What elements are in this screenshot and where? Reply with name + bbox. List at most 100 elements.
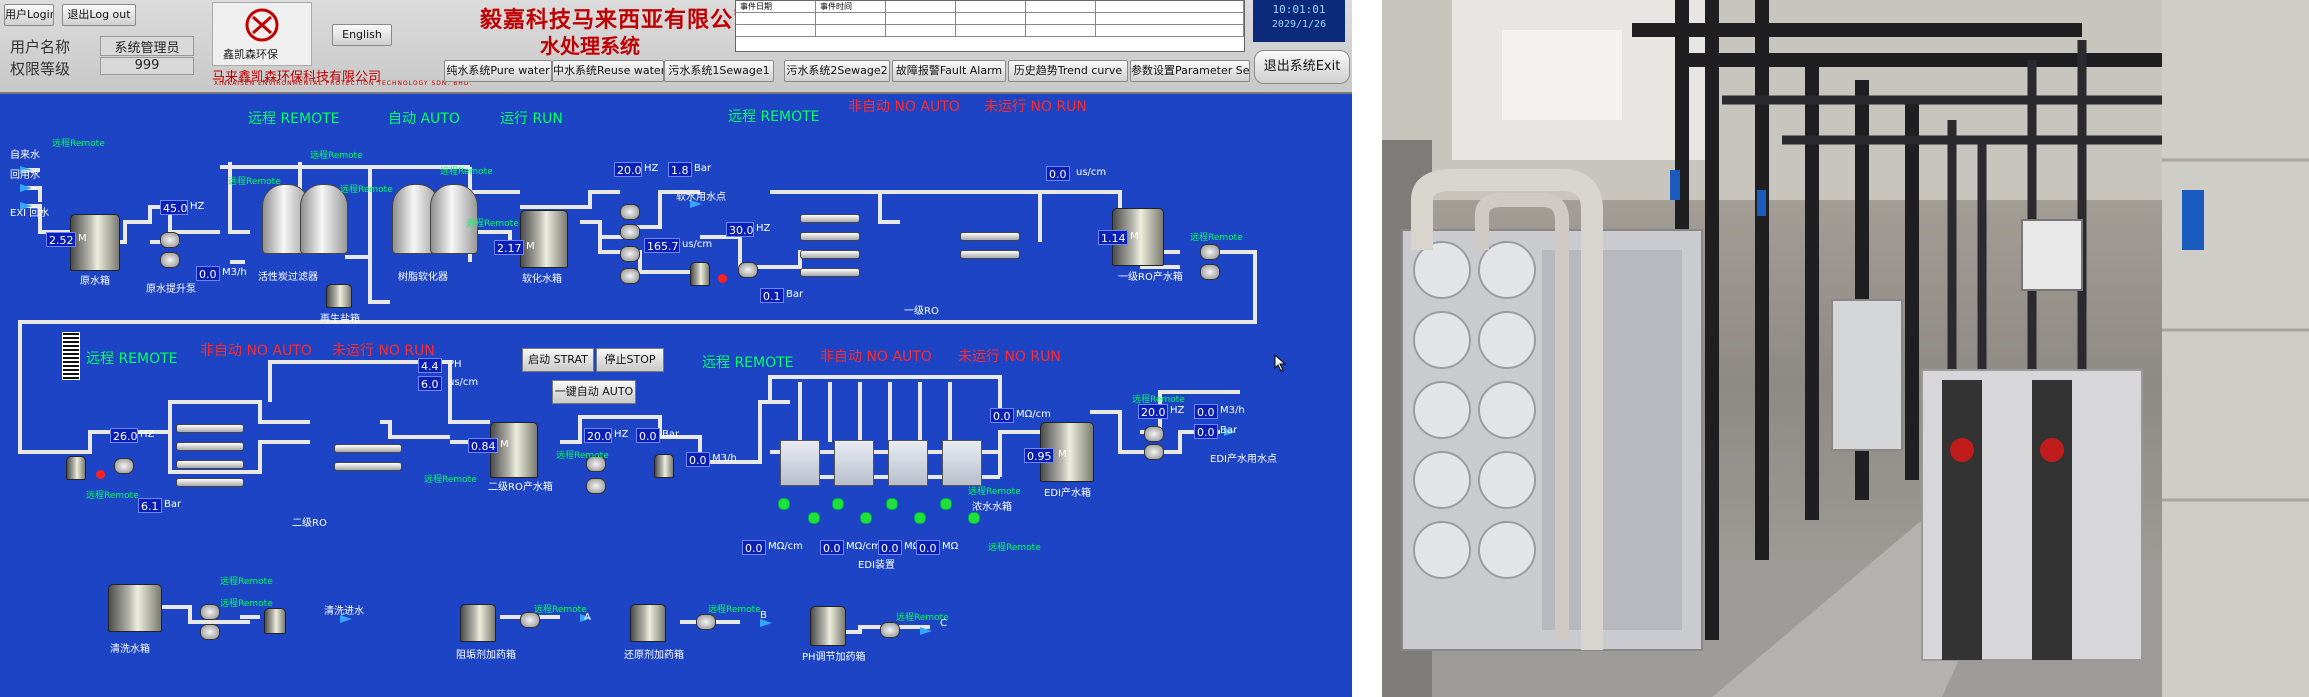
ro1-security-filter[interactable]: [690, 262, 710, 286]
ro1-membrane-3: [800, 250, 860, 259]
logo-text: 鑫凯森环保: [223, 48, 278, 61]
ro2-conductivity: 6.0: [418, 376, 442, 391]
soft-tank-label: 软化水箱: [522, 274, 562, 285]
ro1-pump-a[interactable]: [620, 204, 640, 220]
ro1-transfer-pump-a[interactable]: [1200, 244, 1220, 260]
hmi-header: 用户Login 退出Log out 用户名称 系统管理员 权限等级 999 鑫凯…: [0, 0, 1352, 94]
soft-tank-level-unit: M: [526, 241, 535, 252]
ro1-pump-d[interactable]: [620, 268, 640, 284]
clean-water-tank[interactable]: [108, 584, 162, 632]
edi-tank-level-unit: M: [1058, 449, 1067, 460]
equipment-photo-illustration: [1382, 0, 2309, 697]
clean-remote-1: 远程Remote: [220, 577, 273, 587]
english-button[interactable]: English: [332, 24, 392, 46]
login-button[interactable]: 用户Login: [4, 4, 54, 26]
raw-tank-level: 2.52: [46, 232, 76, 247]
edi-security-filter[interactable]: [654, 454, 674, 478]
edi-flow-in: 0.0: [686, 452, 710, 467]
ro2-membrane-4: [176, 478, 244, 487]
clean-filter[interactable]: [264, 608, 286, 634]
row1-remote-status: 远程 REMOTE: [248, 111, 340, 127]
tab-sewage-1[interactable]: 污水系统1Sewage1: [664, 60, 774, 82]
clean-pump-a[interactable]: [200, 604, 220, 620]
edi-b4-unit: MΩ: [942, 541, 959, 552]
system-title: 水处理系统: [540, 34, 640, 58]
ro1-pump-c[interactable]: [620, 246, 640, 262]
tab-fault-alarm[interactable]: 故障报警Fault Alarm: [892, 60, 1006, 82]
ro1-high-pressure-pump[interactable]: [738, 262, 758, 278]
edi-b1: 0.0: [742, 540, 766, 555]
ro2-high-pressure-pump[interactable]: [114, 458, 134, 474]
permission-level-value: 999: [100, 57, 194, 75]
ro2-hz-unit: HZ: [140, 429, 155, 440]
ro1-transfer-pump-b[interactable]: [1200, 264, 1220, 280]
raw-pump-a[interactable]: [160, 232, 180, 248]
edi-module-4[interactable]: [942, 440, 982, 486]
softener-remote-2: 远程Remote: [466, 219, 519, 229]
exi-return-label: EXI 回水: [10, 208, 50, 219]
mouse-cursor-icon: [1274, 354, 1287, 372]
salt-box[interactable]: [326, 284, 352, 308]
clean-remote-2: 远程Remote: [220, 599, 273, 609]
row2b-not-run-status: 未运行 NO RUN: [958, 349, 1061, 365]
scada-hmi-panel: 用户Login 退出Log out 用户名称 系统管理员 权限等级 999 鑫凯…: [0, 0, 1352, 697]
edi-cond-1-unit: MΩ/cm: [1016, 409, 1051, 420]
edi-b-remote: 远程Remote: [988, 543, 1041, 553]
soft-water-tank[interactable]: [520, 210, 568, 268]
one-key-auto-button[interactable]: 一键自动 AUTO: [552, 380, 636, 404]
row1b-not-run-status: 未运行 NO RUN: [984, 99, 1087, 115]
edi-out-pump-a[interactable]: [1144, 426, 1164, 442]
edi-module-1[interactable]: [780, 440, 820, 486]
edi-out-pump-b[interactable]: [1144, 444, 1164, 460]
ro1-pump-b[interactable]: [620, 224, 640, 240]
ph-dosing-tank[interactable]: [810, 606, 846, 646]
soft-tank-level: 2.17: [494, 240, 524, 255]
tap-water-label: 自来水: [10, 150, 40, 161]
edi-feed-pump-b[interactable]: [586, 478, 606, 494]
system-clock: 10:01:01 2029/1/26: [1253, 0, 1345, 42]
tab-trend-curve[interactable]: 历史趋势Trend curve: [1008, 60, 1128, 82]
reduce-dosing-pump[interactable]: [696, 614, 716, 630]
ro1-conductivity-unit: us/cm: [1076, 167, 1107, 178]
start-button[interactable]: 启动 STRAT: [522, 348, 594, 372]
scale-dosing-tank[interactable]: [460, 604, 496, 642]
ro1-membrane-5: [960, 232, 1020, 241]
tab-reuse-water[interactable]: 中水系统Reuse water: [552, 60, 664, 82]
raw-flow-unit: M3/h: [222, 267, 247, 278]
ro2-security-filter[interactable]: [66, 456, 86, 480]
ph-unit: PH: [448, 359, 462, 370]
carbon-remote-1: 远程Remote: [310, 151, 363, 161]
edi-status-led-7: [940, 498, 952, 510]
ro1-alarm-indicator: [718, 274, 727, 283]
tab-sewage-2[interactable]: 污水系统2Sewage2: [784, 60, 890, 82]
edi-b2-unit: MΩ/cm: [846, 541, 881, 552]
ro1-pressure-1-unit: Bar: [694, 163, 712, 174]
clean-pump-b[interactable]: [200, 624, 220, 640]
tab-pure-water[interactable]: 纯水系统Pure water: [444, 60, 552, 82]
reduce-dosing-tank[interactable]: [630, 604, 666, 642]
edi-out-pressure: 0.0: [1194, 424, 1218, 439]
exit-system-button[interactable]: 退出系统Exit: [1254, 50, 1350, 84]
logout-button[interactable]: 退出Log out: [62, 4, 136, 26]
alarm-date-header: 事件日期: [736, 1, 816, 13]
remote-indicator: 远程Remote: [52, 139, 105, 149]
edi-pump-hz: 20.0: [584, 428, 612, 443]
reuse-water-label: 回用水: [10, 170, 40, 181]
ro2-alarm-indicator: [96, 470, 105, 479]
carbon-remote-3: 远程Remote: [228, 177, 281, 187]
scale-dosing-label: 阻垢剂加药箱: [456, 650, 516, 661]
edi-module-2[interactable]: [834, 440, 874, 486]
raw-pump-b[interactable]: [160, 252, 180, 268]
tab-parameter-set[interactable]: 参数设置Parameter Set: [1130, 60, 1250, 82]
ph-dosing-pump[interactable]: [880, 622, 900, 638]
ro2-hz: 26.0: [110, 428, 138, 443]
sub-company-english: XINKAISEN ENVIRONMENTAL PROTECTION TECHN…: [214, 80, 473, 87]
edi-pump-pressure-unit: Bar: [662, 429, 680, 440]
edi-module-3[interactable]: [888, 440, 928, 486]
ro2-remote: 远程Remote: [86, 491, 139, 501]
stop-button[interactable]: 停止STOP: [596, 348, 664, 372]
edi-status-led-6: [914, 512, 926, 524]
salt-box-label: 再生盐箱: [320, 314, 360, 325]
user-name-value: 系统管理员: [100, 36, 194, 56]
clock-date: 2029/1/26: [1271, 19, 1327, 30]
